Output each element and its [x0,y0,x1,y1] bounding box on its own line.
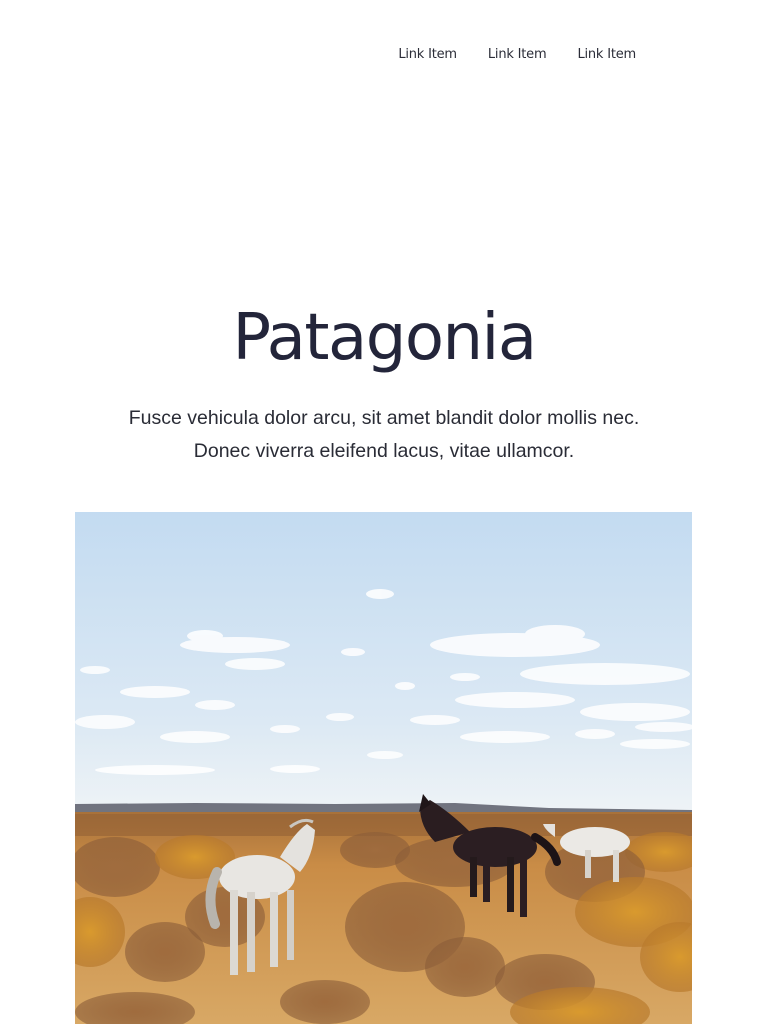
landscape-horses-illustration [75,512,692,1024]
hero-subtitle: Fusce vehicula dolor arcu, sit amet blan… [84,402,684,468]
nav-link-1[interactable]: Link Item [398,44,457,66]
hero-subtitle-line-1: Fusce vehicula dolor arcu, sit amet blan… [128,407,640,429]
nav-link-3[interactable]: Link Item [577,44,636,66]
nav-link-2[interactable]: Link Item [488,44,547,66]
hero-image [75,512,692,1024]
hero-subtitle-line-2: Donec viverra eleifend lacus, vitae ulla… [193,440,575,462]
hero-title: Patagonia [232,301,537,375]
top-nav: Link Item Link Item Link Item [398,44,636,66]
